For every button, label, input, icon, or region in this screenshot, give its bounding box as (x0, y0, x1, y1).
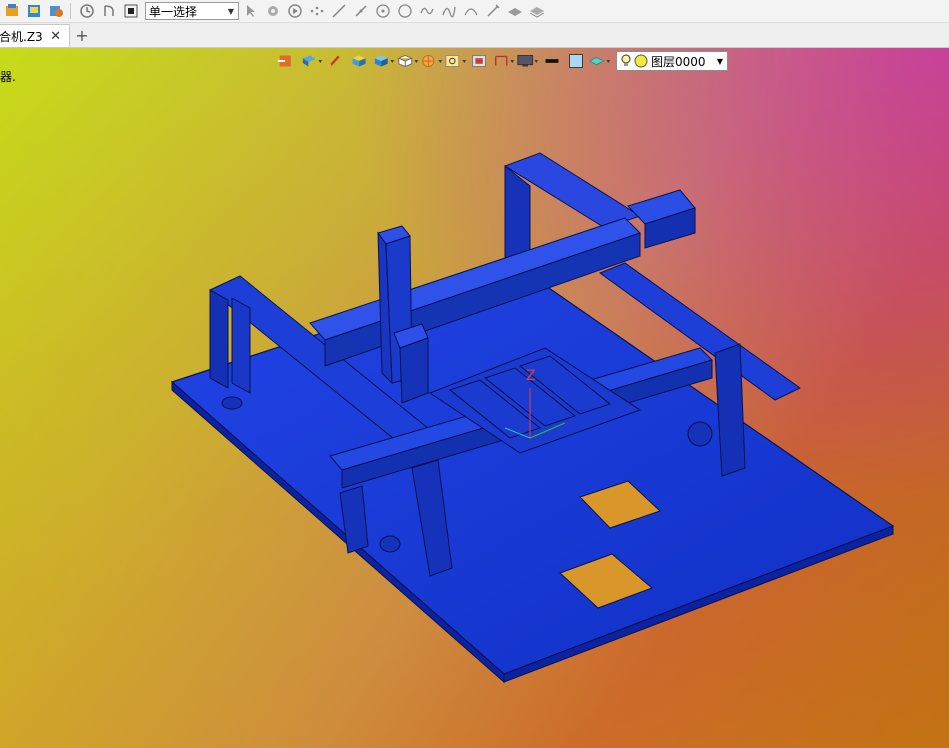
dimension-icon[interactable] (492, 51, 516, 71)
open-file-icon[interactable] (24, 1, 44, 21)
lightbulb-icon (621, 54, 631, 66)
cursor-icon[interactable] (241, 1, 261, 21)
view-toolbar: 图层0000 ▼ (276, 50, 728, 72)
spline-icon[interactable] (439, 1, 459, 21)
left-support (209, 289, 229, 389)
new-file-icon[interactable] (2, 1, 22, 21)
wire-cube-icon[interactable] (396, 51, 420, 71)
fill-color-icon[interactable] (564, 51, 588, 71)
motor-end (687, 421, 713, 447)
layer-dropdown[interactable]: 图层0000 ▼ (616, 51, 728, 71)
render-mode-icon[interactable] (300, 51, 324, 71)
prompt-text: 器. (0, 70, 16, 84)
section-wheel-icon[interactable] (420, 51, 444, 71)
play-icon[interactable] (285, 1, 305, 21)
save-file-icon[interactable] (46, 1, 66, 21)
pick-icon[interactable] (263, 1, 283, 21)
selection-mode-value: 单一选择 (149, 4, 198, 19)
tool-head-face (399, 337, 429, 404)
layer-name: 图层0000 (651, 54, 706, 69)
plane-icon[interactable] (505, 1, 525, 21)
undo-icon[interactable] (99, 1, 119, 21)
close-icon[interactable]: ✕ (50, 29, 61, 44)
curve-icon[interactable] (417, 1, 437, 21)
brush-icon[interactable] (324, 51, 348, 71)
circle-point-icon[interactable] (373, 1, 393, 21)
roller (379, 535, 401, 553)
add-tab-button[interactable]: + (70, 24, 94, 47)
tab-label: 合机.Z3 (0, 29, 43, 44)
chevron-down-icon: ▼ (227, 6, 234, 16)
surface-icon[interactable] (588, 51, 612, 71)
axis-z-label: Z (526, 368, 536, 384)
pencil-line-icon[interactable] (483, 1, 503, 21)
line-icon[interactable] (329, 1, 349, 21)
points-icon[interactable] (307, 1, 327, 21)
exit-icon[interactable] (276, 51, 300, 71)
document-tab-bar: 合机.Z3 ✕ + (0, 23, 949, 48)
machine-model[interactable]: Z (0, 48, 949, 748)
display-icon[interactable] (516, 51, 540, 71)
3d-viewport[interactable]: 器. 图层0000 ▼ Z (0, 48, 949, 748)
selection-mode-dropdown[interactable]: 单一选择 ▼ (145, 2, 239, 20)
blue-cube-icon[interactable] (372, 51, 396, 71)
segment-icon[interactable] (351, 1, 371, 21)
frame-icon[interactable] (468, 51, 492, 71)
roller (221, 396, 243, 410)
chevron-down-icon: ▼ (716, 56, 723, 66)
zoom-fit-icon[interactable] (444, 51, 468, 71)
layers-stack-icon[interactable] (527, 1, 547, 21)
shaded-cube-icon[interactable] (348, 51, 372, 71)
line-color-icon[interactable] (540, 51, 564, 71)
left-support (231, 297, 251, 394)
stop-icon[interactable] (121, 1, 141, 21)
arc-icon[interactable] (461, 1, 481, 21)
toolbar-divider (70, 3, 71, 19)
tab-active-document[interactable]: 合机.Z3 ✕ (0, 24, 70, 47)
main-toolbar: 单一选择 ▼ (0, 0, 949, 23)
layer-color-icon (634, 54, 648, 68)
circle-icon[interactable] (395, 1, 415, 21)
rotate-icon[interactable] (77, 1, 97, 21)
